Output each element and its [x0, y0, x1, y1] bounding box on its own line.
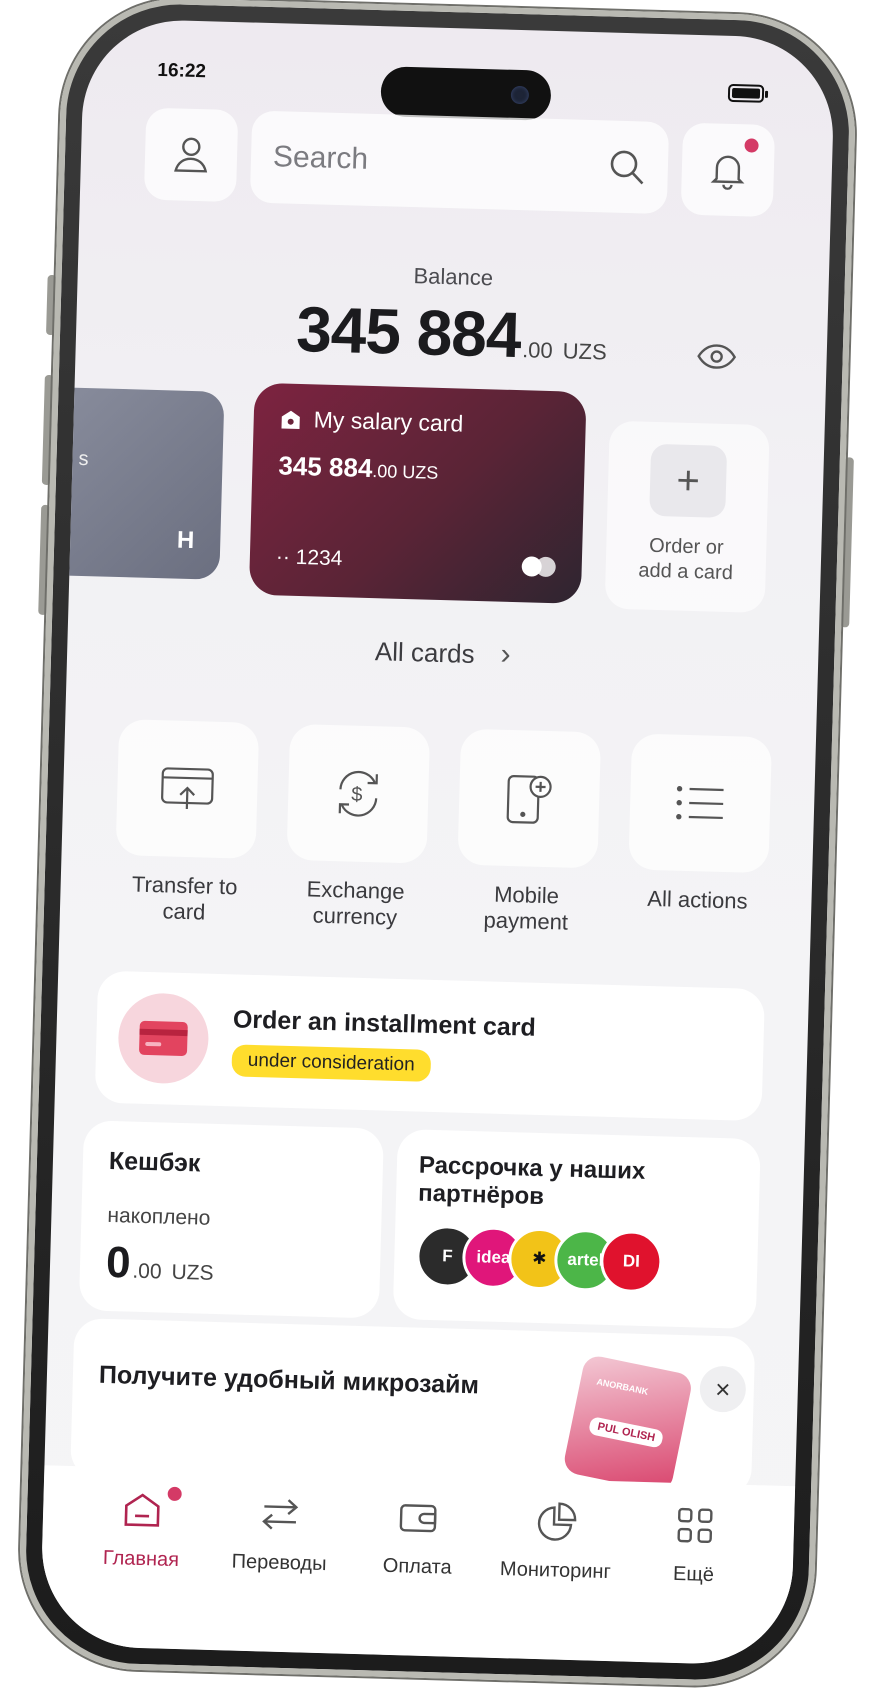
notifications-button[interactable]	[680, 122, 776, 218]
exchange-currency-icon: $	[286, 723, 431, 864]
close-icon[interactable]: ×	[699, 1365, 747, 1413]
search-field[interactable]: Search	[249, 110, 670, 215]
add-card-button[interactable]: + Order or add a card	[604, 420, 770, 614]
promo-brand: ANORBANK	[595, 1376, 650, 1397]
mobile-payment-icon	[457, 728, 602, 869]
action-label-line2: card	[162, 898, 206, 925]
notification-badge	[744, 138, 759, 153]
cards-carousel[interactable]: s H My salary card 345 884.00 UZS ·· 123…	[39, 374, 826, 625]
add-card-label: Order or add a card	[605, 533, 766, 587]
status-badge: under consideration	[231, 1043, 432, 1082]
cashback-tile[interactable]: Кешбэк накоплено 0 .00 UZS	[78, 1120, 384, 1319]
balance-currency: UZS	[562, 338, 608, 365]
action-exchange-currency[interactable]: $ Exchange currency	[281, 723, 435, 933]
grid-icon	[629, 1496, 761, 1556]
bank-logo-icon	[281, 410, 300, 429]
search-icon[interactable]	[607, 148, 646, 187]
home-icon	[77, 1480, 209, 1540]
tab-label: Ещё	[672, 1562, 715, 1587]
tab-transfers[interactable]: Переводы	[212, 1484, 347, 1654]
pie-chart-icon	[491, 1492, 623, 1552]
cashback-decimals: .00	[132, 1259, 162, 1284]
humo-logo-icon: H	[176, 526, 195, 555]
tab-label: Главная	[102, 1546, 180, 1572]
action-label: Mobile payment	[451, 880, 600, 937]
toggle-balance-visibility[interactable]	[696, 343, 737, 375]
dynamic-island	[380, 66, 552, 121]
info-tiles: Кешбэк накоплено 0 .00 UZS Рассрочка у н…	[78, 1120, 761, 1330]
top-bar: Search	[143, 107, 776, 222]
credit-card-icon	[117, 992, 210, 1085]
user-icon	[174, 137, 208, 173]
arrows-exchange-icon	[215, 1484, 347, 1544]
tab-more[interactable]: Ещё	[626, 1496, 761, 1666]
card-title: My salary card	[313, 406, 464, 437]
action-label-line1: Transfer to	[131, 871, 238, 900]
plus-icon: +	[649, 443, 728, 518]
action-label: Exchange currency	[281, 876, 430, 933]
cashback-title: Кешбэк	[108, 1146, 201, 1178]
action-label-line1: All actions	[647, 885, 748, 914]
action-label: Transfer to card	[110, 871, 259, 928]
partner-logos: F idea ✱ artel DI	[415, 1224, 737, 1296]
status-time: 16:22	[157, 59, 207, 83]
tab-home[interactable]: Главная	[73, 1480, 208, 1650]
cashback-subtitle: накоплено	[107, 1203, 211, 1230]
salary-card[interactable]: My salary card 345 884.00 UZS ·· 1234	[248, 382, 587, 604]
partner-logo: DI	[599, 1229, 664, 1294]
card-title-row: My salary card	[279, 405, 560, 440]
action-label-line2: payment	[483, 907, 569, 936]
screenshot-stage: 16:22 Search Balance 345 884 .00 UZS s H…	[0, 0, 875, 1690]
app-screen: 16:22 Search Balance 345 884 .00 UZS s H…	[39, 17, 836, 1667]
all-cards-link[interactable]: All cards ›	[67, 626, 819, 681]
svg-text:$: $	[351, 784, 363, 806]
eye-icon	[697, 344, 737, 369]
partners-installment-tile[interactable]: Рассрочка у наших партнёров F idea ✱ art…	[392, 1129, 761, 1330]
cashback-currency: UZS	[171, 1260, 214, 1285]
add-card-label-line2: add a card	[638, 559, 734, 585]
chevron-right-icon: ›	[500, 637, 512, 671]
profile-button[interactable]	[143, 107, 239, 203]
phone-device: 16:22 Search Balance 345 884 .00 UZS s H…	[16, 0, 859, 1689]
balance-decimals: .00	[521, 337, 554, 364]
action-label-line2: currency	[312, 902, 398, 931]
installment-title: Order an installment card	[232, 1004, 537, 1042]
card-amount-decimals: .00 UZS	[372, 461, 439, 483]
tab-monitoring[interactable]: Мониторинг	[488, 1492, 623, 1662]
card-amount: 345 884.00 UZS	[278, 450, 559, 489]
tab-payment[interactable]: Оплата	[350, 1488, 485, 1658]
camera-icon	[510, 85, 530, 105]
tab-label: Мониторинг	[499, 1558, 612, 1584]
action-transfer-to-card[interactable]: Transfer to card	[110, 719, 264, 928]
balance-integer: 345 884	[295, 292, 522, 372]
action-label: All actions	[623, 885, 772, 916]
quick-actions: Transfer to card $ Exchange currency Mobil…	[110, 719, 776, 942]
search-input[interactable]: Search	[273, 140, 609, 183]
action-all-actions[interactable]: All actions	[622, 733, 776, 942]
tab-label: Оплата	[382, 1554, 452, 1579]
installment-card-banner[interactable]: Order an installment card under consider…	[94, 970, 766, 1122]
wallet-icon	[353, 1488, 485, 1548]
list-icon	[628, 733, 773, 874]
action-label-line1: Mobile	[493, 881, 560, 909]
promo-phone-image: ANORBANK PUL OLISH	[561, 1353, 694, 1494]
card-amount-integer: 345 884	[278, 450, 373, 484]
action-label-line1: Exchange	[306, 876, 405, 905]
installment-text: Order an installment card under consider…	[231, 1005, 536, 1084]
all-cards-label: All cards	[374, 636, 476, 669]
cashback-amount: 0 .00 UZS	[105, 1238, 354, 1295]
bell-icon	[710, 155, 745, 191]
promo-button-image: PUL OLISH	[587, 1416, 665, 1449]
cashback-integer: 0	[105, 1237, 132, 1288]
battery-icon	[727, 83, 765, 103]
card-previous-text: s	[78, 447, 89, 471]
transfer-to-card-icon	[115, 719, 260, 859]
tab-label: Переводы	[231, 1550, 327, 1576]
bottom-tab-bar: Главная Переводы Оплата Мониторинг Ещё	[39, 1465, 796, 1667]
mastercard-icon	[521, 556, 556, 578]
partners-title: Рассрочка у наших партнёров	[418, 1152, 738, 1216]
card-number: ·· 1234	[275, 545, 343, 571]
action-mobile-payment[interactable]: Mobile payment	[451, 728, 605, 938]
